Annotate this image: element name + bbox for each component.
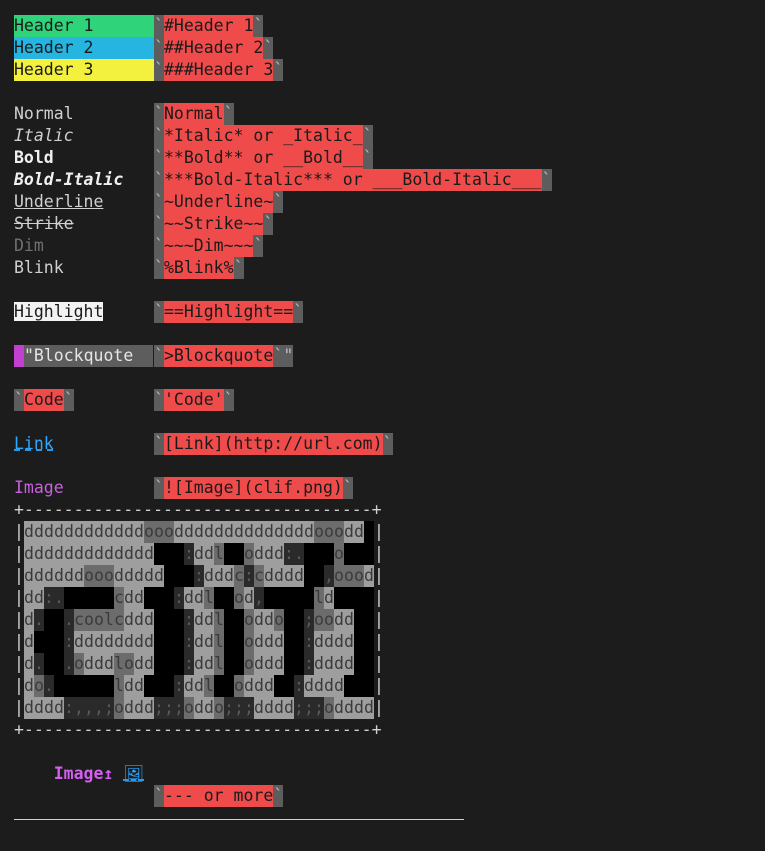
dim-syntax: ` ~~~Dim~~~ ` <box>154 235 264 257</box>
header-3-syntax: ` ###Header 3 ` <box>154 59 284 81</box>
header-1-syntax: ` #Header 1 ` <box>154 15 264 37</box>
ascii-art-row: | d. .odddlodd :ddl oddd :dddd | <box>14 653 384 675</box>
row-normal: Normal ` Normal ` <box>14 103 384 125</box>
more-syntax: ` --- or more ` <box>154 785 284 807</box>
image-frame-top: +-----------------------------------+ <box>14 500 382 519</box>
underline-sample: Underline <box>14 192 104 211</box>
code-sample: ` Code ` <box>14 389 74 411</box>
blockquote-sample: "Blockquote <box>24 345 154 367</box>
bold-italic-syntax: ` ***Bold-Italic*** or ___Bold-Italic___ ` <box>154 169 552 191</box>
row-strike: Strike ` ~~Strike~~ ` <box>14 213 384 235</box>
ascii-image-preview: | d d d d d d d d d d d d o o o d d d d d d d d d d d d d d o o o d d | | d d… <box>14 521 384 719</box>
row-code: ` Code ` ` 'Code' ` <box>14 389 384 411</box>
italic-sample: Italic <box>14 126 74 145</box>
underline-syntax: ` ~Underline~ ` <box>154 191 284 213</box>
row-bold-italic: Bold-Italic ` ***Bold-Italic*** or ___Bol… <box>14 169 552 191</box>
blockquote-syntax: ` >Blockquote ` " <box>154 345 294 367</box>
row-blockquote: "Blockquote ` >Blockquote ` " <box>14 345 384 367</box>
bold-sample: Bold <box>14 148 54 167</box>
bold-syntax: ` **Bold** or __Bold__ ` <box>154 147 373 169</box>
ascii-art-row: | d d d d:,,,; o d d d;;; o d d o;;; d d d d;;; o d d d d | <box>14 697 384 719</box>
ascii-art-row: | d :dddddddd :ddl oddd :dddd | <box>14 631 384 653</box>
blockquote-bar <box>14 345 24 367</box>
row-header-1: Header 1 ` #Header 1 ` <box>14 15 384 37</box>
header-2-syntax: ` ##Header 2 ` <box>154 37 274 59</box>
normal-syntax: ` Normal ` <box>154 103 234 125</box>
link-syntax: ` [Link](http://url.com) ` <box>154 433 393 455</box>
row-header-2: Header 2 ` ##Header 2 ` <box>14 37 384 59</box>
ascii-art-row: | d o. ldd :ddl oddd :dddd | <box>14 675 384 697</box>
ascii-art-row: | d d:. cdd :ddl od, ld | <box>14 587 384 609</box>
image-syntax: ` ![Image](clif.png) ` <box>154 477 353 499</box>
horizontal-rule <box>14 819 464 820</box>
header-1-sample: Header 1 <box>14 15 154 37</box>
normal-sample: Normal <box>14 104 74 123</box>
ascii-art-row: | d d d d d d d d d d d d d :ddl oddd:. o | <box>14 543 384 565</box>
row-highlight: Highlight ` ==Highlight== ` <box>14 301 384 323</box>
terminal-window: { "rows": [ {"left": "Header 1", "left_s… <box>0 0 765 837</box>
strike-syntax: ` ~~Strike~~ ` <box>154 213 274 235</box>
highlight-syntax: ` ==Highlight== ` <box>154 301 304 323</box>
code-syntax: ` 'Code' ` <box>154 389 234 411</box>
row-link: Link ` [Link](http://url.com) ` <box>14 433 393 455</box>
strike-sample: Strike <box>14 214 74 233</box>
row-blink: Blink ` %Blink% ` <box>14 257 384 279</box>
header-3-sample: Header 3 <box>14 59 154 81</box>
row-image: Image ` ![Image](clif.png) ` <box>14 477 384 499</box>
ascii-art-row: | d d d d d d d d d d d d o o o d d d d d d d d d d d d d d o o o d d | <box>14 521 384 543</box>
image-sample: Image <box>14 478 64 497</box>
blink-sample: Blink <box>14 258 64 277</box>
image-frame-bottom: +-----------------------------------+ <box>14 720 382 739</box>
row-header-3: Header 3 ` ###Header 3 ` <box>14 59 384 81</box>
bold-italic-sample: Bold-Italic <box>14 170 124 189</box>
italic-syntax: ` *Italic* or _Italic_ ` <box>154 125 373 147</box>
row-image-link: Image↥ 🖼 <box>14 741 384 783</box>
row-italic: Italic ` *Italic* or _Italic_ ` <box>14 125 384 147</box>
highlight-sample: Highlight <box>14 302 104 321</box>
dim-sample: Dim <box>14 236 44 255</box>
link-sample[interactable]: Link <box>14 433 54 455</box>
ascii-art-row: | d d d d d d o o o d d d d d :dddc:cdddd , o o o d | <box>14 565 384 587</box>
ascii-art-row: | d. .coolcddd :ddl oddo ; o o d d | <box>14 609 384 631</box>
blink-syntax: ` %Blink% ` <box>154 257 244 279</box>
header-2-sample: Header 2 <box>14 37 154 59</box>
row-underline: Underline ` ~Underline~ ` <box>14 191 384 213</box>
markdown-cheatsheet: Header 1 ` #Header 1 ` Header 2 ` ##Header … <box>14 15 552 807</box>
row-bold: Bold ` **Bold** or __Bold__ ` <box>14 147 384 169</box>
row-dim: Dim ` ~~~Dim~~~ ` <box>14 235 384 257</box>
row-more: ` --- or more ` <box>14 785 384 807</box>
